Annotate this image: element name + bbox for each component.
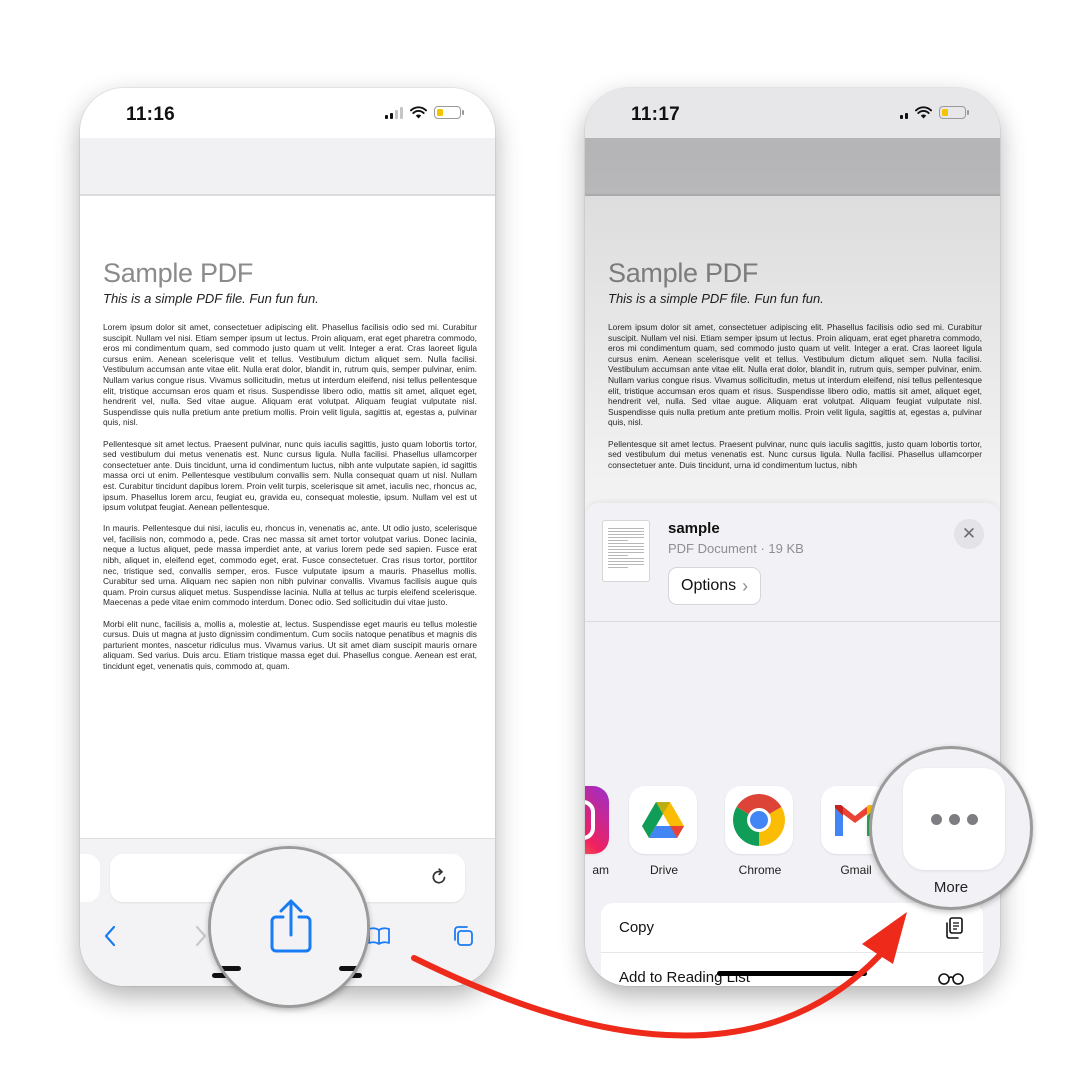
share-button[interactable] xyxy=(268,899,314,953)
reload-icon[interactable] xyxy=(429,867,449,887)
pdf-title: Sample PDF xyxy=(608,258,759,288)
tabs-button[interactable] xyxy=(446,919,480,953)
status-bar: 11:16 xyxy=(80,88,495,138)
instagram-icon xyxy=(585,786,609,854)
pdf-paragraph: Morbi elit nunc, facilisis a, mollis a, … xyxy=(103,618,477,671)
pdf-subtitle: This is a simple PDF file. Fun fun fun. xyxy=(608,291,824,306)
share-sheet: sample PDF Document · 19 KB Options › ✕ … xyxy=(585,503,1000,986)
previous-tab-address-bar[interactable] xyxy=(80,854,100,902)
file-name: sample xyxy=(668,520,720,537)
home-indicator xyxy=(717,971,867,976)
share-app-instagram[interactable]: am xyxy=(585,786,611,877)
forward-icon xyxy=(195,925,207,947)
cellular-signal-icon xyxy=(385,106,403,119)
add-to-reading-list-action[interactable]: Add to Reading List xyxy=(601,953,983,986)
pdf-paragraph: Pellentesque sit amet lectus. Praesent p… xyxy=(103,438,477,513)
share-app-chrome[interactable]: Chrome xyxy=(725,786,795,877)
close-button[interactable]: ✕ xyxy=(954,519,984,549)
share-app-label: Chrome xyxy=(738,863,782,877)
back-button[interactable] xyxy=(93,919,127,953)
chevron-right-icon: › xyxy=(742,575,749,596)
share-icon xyxy=(270,899,312,953)
tabs-icon xyxy=(454,926,473,946)
document-thumbnail xyxy=(602,520,650,582)
more-button-zoom: More xyxy=(869,746,1033,910)
copy-action[interactable]: Copy xyxy=(601,903,983,953)
more-dots-icon xyxy=(930,813,978,825)
close-icon: ✕ xyxy=(961,524,977,543)
pdf-top-toolbar xyxy=(585,138,1000,196)
pdf-top-toolbar xyxy=(80,138,495,196)
pdf-paragraph: Lorem ipsum dolor sit amet, consectetuer… xyxy=(103,322,477,428)
share-button-zoom xyxy=(208,846,370,1008)
pdf-paragraph: Lorem ipsum dolor sit amet, consectetuer… xyxy=(608,322,982,428)
pdf-paragraph: Pellentesque sit amet lectus. Praesent p… xyxy=(608,438,982,470)
chrome-icon xyxy=(725,786,793,854)
options-button[interactable]: Options › xyxy=(668,567,762,605)
wifi-icon xyxy=(915,106,932,119)
back-icon xyxy=(104,925,116,947)
action-label: Copy xyxy=(619,919,655,936)
file-meta: PDF Document · 19 KB xyxy=(668,541,804,556)
pdf-paragraph: In mauris. Pellentesque dui nisi, iaculi… xyxy=(103,523,477,608)
tutorial-canvas: 11:16 Sample PDF This is a simple PDF fi… xyxy=(0,0,1080,1080)
google-drive-icon xyxy=(629,786,697,854)
pdf-subtitle: This is a simple PDF file. Fun fun fun. xyxy=(103,291,319,306)
share-app-drive[interactable]: Drive xyxy=(629,786,699,877)
wifi-icon xyxy=(410,106,427,119)
status-time: 11:16 xyxy=(126,104,176,125)
status-bar: 11:17 xyxy=(585,88,1000,168)
pdf-title: Sample PDF xyxy=(103,258,254,288)
reading-list-icon xyxy=(938,972,964,985)
battery-icon xyxy=(939,106,969,119)
battery-icon xyxy=(434,106,464,119)
options-label: Options xyxy=(681,577,737,594)
more-button[interactable] xyxy=(903,768,1005,870)
share-sheet-header: sample PDF Document · 19 KB Options › ✕ xyxy=(585,503,1000,622)
cellular-signal-icon xyxy=(900,107,966,168)
copy-icon xyxy=(946,916,963,939)
status-time: 11:17 xyxy=(631,104,681,125)
share-app-label: am xyxy=(592,863,609,877)
more-label: More xyxy=(933,879,969,896)
share-app-label: Drive xyxy=(649,863,678,877)
bookmarks-icon xyxy=(368,927,390,945)
pdf-document: Sample PDF This is a simple PDF file. Fu… xyxy=(80,198,495,838)
